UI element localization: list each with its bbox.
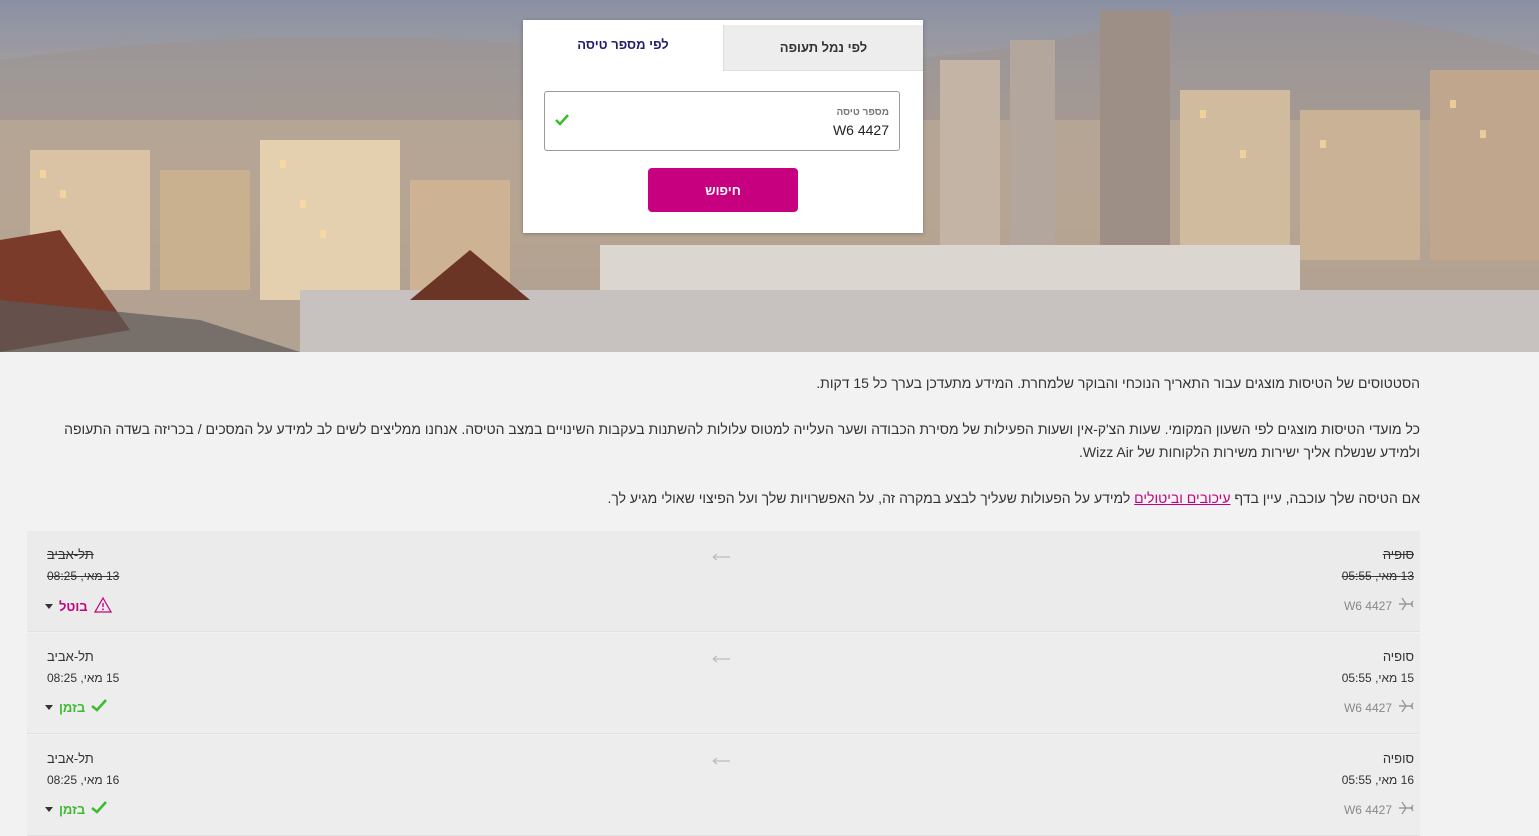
warning-icon	[93, 596, 112, 616]
arrow-left-icon	[711, 651, 731, 666]
flight-number: W6 4427	[1344, 699, 1414, 716]
flight-status-toggle[interactable]: בזמן	[45, 699, 108, 715]
hero-city-image: לפי מספר טיסה לפי נמל תעופה מספר טיסה W6…	[0, 0, 1539, 352]
arrival-time: 15 מאי, 08:25	[47, 671, 120, 685]
arrival-city: תל-אביב	[47, 649, 94, 664]
tab-by-airport[interactable]: לפי נמל תעופה	[723, 25, 923, 71]
arrow-left-icon	[711, 753, 731, 768]
chevron-down-icon	[45, 806, 53, 812]
flight-number-text: W6 4427	[1343, 802, 1392, 817]
flight-number-text: W6 4427	[1343, 598, 1392, 613]
tab-by-flight-number[interactable]: לפי מספר טיסה	[523, 20, 723, 71]
status-text: בוטל	[59, 599, 88, 614]
flight-status-toggle[interactable]: בוטל	[45, 596, 112, 616]
chevron-down-icon	[45, 604, 53, 609]
info-text-update: הסטטוסים של הטיסות מוצגים עבור התאריך הנ…	[40, 372, 1420, 395]
flight-row[interactable]: סופיה 16 מאי, 05:55 תל-אביב 16 מאי, 08:2…	[27, 735, 1420, 836]
chevron-down-icon	[45, 704, 53, 710]
departure-city: סופיה	[1382, 751, 1414, 766]
arrival-time: 16 מאי, 08:25	[47, 773, 120, 787]
flight-number: W6 4427	[1344, 597, 1414, 614]
airplane-icon	[1398, 597, 1414, 614]
arrow-left-icon	[711, 549, 731, 564]
delays-cancellations-link[interactable]: עיכובים וביטולים	[1134, 490, 1230, 506]
airplane-icon	[1398, 699, 1414, 716]
flight-number: W6 4427	[1344, 801, 1414, 818]
info-line-delays-prefix: אם הטיסה שלך עוכבה, עיין בדף	[1230, 490, 1420, 506]
info-line-update: הסטטוסים של הטיסות מוצגים עבור התאריך הנ…	[816, 375, 1420, 391]
check-icon	[91, 699, 108, 715]
info-line-local-time: כל מועדי הטיסות מוצגים לפי השעון המקומי.…	[64, 421, 1420, 460]
flight-number-field[interactable]: מספר טיסה W6 4427	[544, 91, 900, 151]
arrival-time: 13 מאי, 08:25	[47, 569, 120, 583]
flight-number-label: מספר טיסה	[836, 107, 889, 118]
info-text-local-time: כל מועדי הטיסות מוצגים לפי השעון המקומי.…	[40, 418, 1420, 464]
flight-number-text: W6 4427	[1343, 700, 1392, 715]
info-line-delays-suffix: למידע על הפעולות שעליך לבצע במקרה זה, על…	[607, 490, 1135, 506]
flight-row[interactable]: סופיה 15 מאי, 05:55 תל-אביב 15 מאי, 08:2…	[27, 633, 1420, 734]
departure-time: 16 מאי, 05:55	[1341, 773, 1414, 787]
flight-status-toggle[interactable]: בזמן	[45, 801, 108, 817]
departure-city: סופיה	[1382, 649, 1414, 664]
info-text-delays: אם הטיסה שלך עוכבה, עיין בדף עיכובים ובי…	[40, 487, 1421, 510]
check-icon	[91, 801, 108, 817]
departure-city: סופיה	[1382, 547, 1414, 562]
airplane-icon	[1398, 801, 1414, 818]
flight-search-card: לפי מספר טיסה לפי נמל תעופה מספר טיסה W6…	[523, 20, 923, 233]
flight-row[interactable]: סופיה 13 מאי, 05:55 תל-אביב 13 מאי, 08:2…	[27, 531, 1420, 632]
arrival-city: תל-אביב	[47, 547, 94, 562]
departure-time: 15 מאי, 05:55	[1341, 671, 1414, 685]
flight-number-input[interactable]: W6 4427	[833, 122, 889, 138]
search-button[interactable]: חיפוש	[648, 168, 798, 212]
status-text: בזמן	[59, 699, 86, 715]
status-text: בזמן	[59, 801, 86, 817]
arrival-city: תל-אביב	[47, 751, 94, 766]
departure-time: 13 מאי, 05:55	[1341, 569, 1414, 583]
